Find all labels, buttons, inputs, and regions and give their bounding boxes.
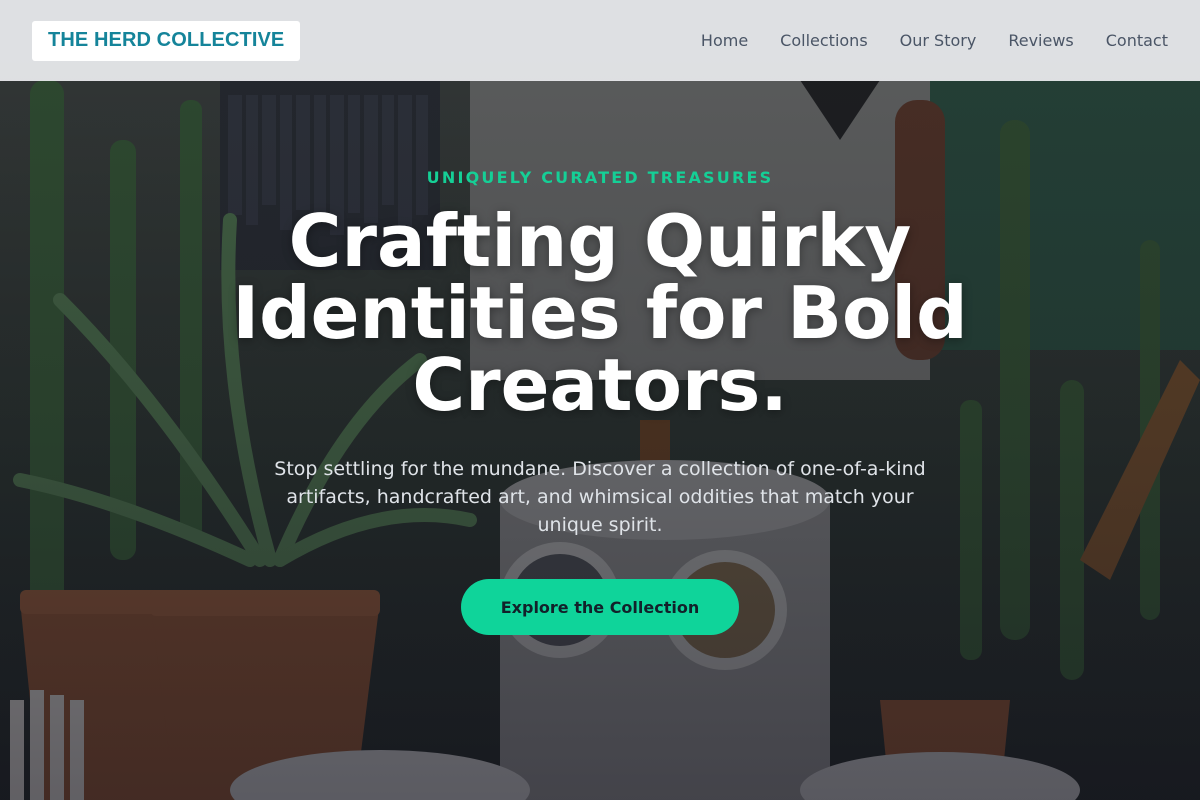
site-logo[interactable]: THE HERD COLLECTIVE (32, 20, 301, 61)
main-nav: Home Collections Our Story Reviews Conta… (701, 31, 1168, 50)
hero-eyebrow: UNIQUELY CURATED TREASURES (426, 168, 774, 187)
nav-contact[interactable]: Contact (1106, 31, 1168, 50)
explore-collection-button[interactable]: Explore the Collection (460, 579, 740, 635)
nav-collections[interactable]: Collections (780, 31, 867, 50)
hero-content: UNIQUELY CURATED TREASURES Crafting Quir… (0, 168, 1200, 635)
nav-home[interactable]: Home (701, 31, 748, 50)
nav-our-story[interactable]: Our Story (900, 31, 977, 50)
site-header: THE HERD COLLECTIVE Home Collections Our… (0, 0, 1200, 81)
logo-text: THE HERD COLLECTIVE (48, 29, 285, 51)
nav-reviews[interactable]: Reviews (1008, 31, 1073, 50)
hero-subtext: Stop settling for the mundane. Discover … (274, 458, 926, 536)
hero-headline: Crafting Quirky Identities for Bold Crea… (232, 199, 968, 427)
